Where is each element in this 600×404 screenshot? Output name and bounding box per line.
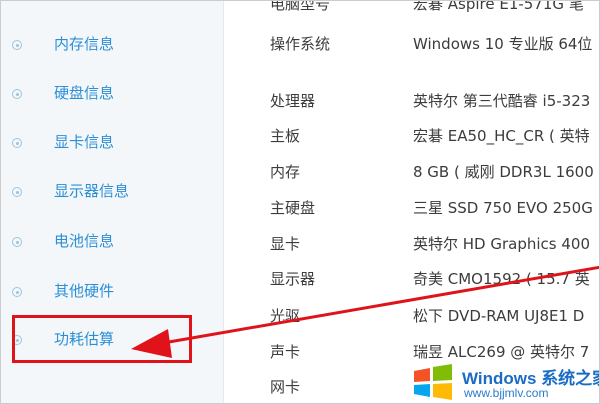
info-key: 网卡 xyxy=(270,378,301,396)
bullet-icon xyxy=(12,89,22,99)
info-value: 宏碁 EA50_HC_CR ( 英特 xyxy=(413,127,590,145)
sidebar-item-label: 硬盘信息 xyxy=(54,84,115,102)
windows-logo-icon xyxy=(414,364,452,400)
bullet-icon xyxy=(12,187,22,197)
bullet-icon xyxy=(12,237,22,247)
watermark-url: www.bjjmlv.com xyxy=(464,386,549,400)
info-row-motherboard: 主板 宏碁 EA50_HC_CR ( 英特 xyxy=(224,125,599,151)
app-window: 内存信息 硬盘信息 显卡信息 显示器信息 电池信息 其他硬件 功耗估算 电脑型号… xyxy=(0,0,600,404)
info-key: 主硬盘 xyxy=(270,199,316,217)
info-row-monitor: 显示器 奇美 CMO1592 ( 15.7 英 xyxy=(224,268,599,294)
info-key: 声卡 xyxy=(270,343,301,361)
info-row-graphics: 显卡 英特尔 HD Graphics 400 xyxy=(224,233,599,259)
info-key: 主板 xyxy=(270,127,301,145)
sidebar-item-battery[interactable]: 电池信息 xyxy=(1,228,223,258)
info-value: 奇美 CMO1592 ( 15.7 英 xyxy=(413,270,590,288)
info-row-main-disk: 主硬盘 三星 SSD 750 EVO 250G xyxy=(224,197,599,223)
sidebar-item-monitor[interactable]: 显示器信息 xyxy=(1,178,223,208)
sidebar-item-label: 电池信息 xyxy=(54,232,115,250)
watermark: Windows 系统之家 www.bjjmlv.com xyxy=(412,359,599,403)
info-value: 松下 DVD-RAM UJ8E1 D xyxy=(413,307,585,325)
info-key: 显卡 xyxy=(270,235,301,253)
info-row-memory: 内存 8 GB ( 威刚 DDR3L 1600 xyxy=(224,161,599,187)
info-value: 宏碁 Aspire E1-571G 笔 xyxy=(413,0,584,13)
hardware-summary-panel: 电脑型号 宏碁 Aspire E1-571G 笔 操作系统 Windows 10… xyxy=(224,0,599,403)
info-key: 处理器 xyxy=(270,92,316,110)
bullet-icon xyxy=(12,40,22,50)
info-row-model: 电脑型号 宏碁 Aspire E1-571G 笔 xyxy=(224,0,599,19)
info-value: 英特尔 第三代酷睿 i5-323 xyxy=(413,92,591,110)
info-value: Windows 10 专业版 64位 xyxy=(413,35,593,53)
sidebar-item-graphics[interactable]: 显卡信息 xyxy=(1,129,223,159)
info-key: 内存 xyxy=(270,163,301,181)
sidebar-item-label: 显卡信息 xyxy=(54,133,115,151)
bullet-icon xyxy=(12,287,22,297)
sidebar-item-other-hardware[interactable]: 其他硬件 xyxy=(1,278,223,308)
info-key: 光驱 xyxy=(270,307,301,325)
info-value: 三星 SSD 750 EVO 250G xyxy=(413,199,593,217)
info-row-os: 操作系统 Windows 10 专业版 64位 xyxy=(224,33,599,59)
info-key: 电脑型号 xyxy=(270,0,331,13)
info-row-cpu: 处理器 英特尔 第三代酷睿 i5-323 xyxy=(224,90,599,116)
info-value: 8 GB ( 威刚 DDR3L 1600 xyxy=(413,163,594,181)
bullet-icon xyxy=(12,138,22,148)
sidebar-item-disk[interactable]: 硬盘信息 xyxy=(1,80,223,110)
sidebar-item-label: 显示器信息 xyxy=(54,182,130,200)
info-row-optical-drive: 光驱 松下 DVD-RAM UJ8E1 D xyxy=(224,305,599,331)
info-key: 显示器 xyxy=(270,270,316,288)
sidebar-item-label: 其他硬件 xyxy=(54,282,115,300)
sidebar-item-memory[interactable]: 内存信息 xyxy=(1,31,223,61)
info-value: 英特尔 HD Graphics 400 xyxy=(413,235,591,253)
sidebar-item-label: 内存信息 xyxy=(54,35,115,53)
highlight-box xyxy=(12,315,192,363)
info-key: 操作系统 xyxy=(270,35,331,53)
